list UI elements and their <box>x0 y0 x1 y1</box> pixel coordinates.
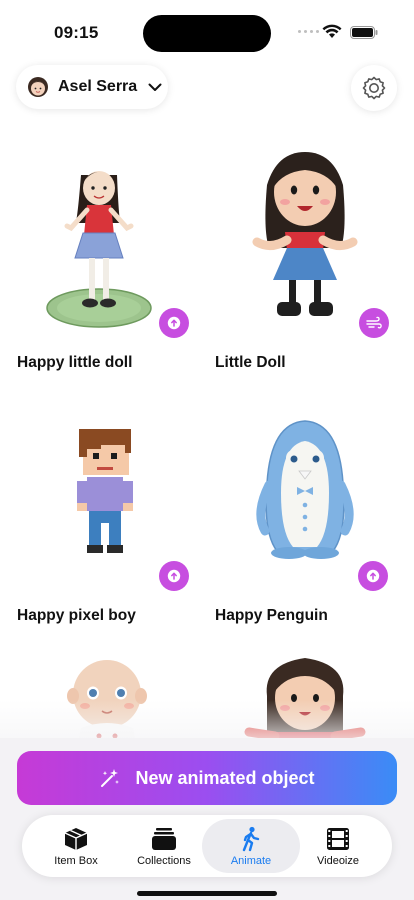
upload-button[interactable] <box>159 308 189 338</box>
home-indicator[interactable] <box>137 891 277 896</box>
new-animated-object-button[interactable]: New animated object <box>17 751 397 805</box>
battery-icon <box>350 26 378 39</box>
object-title: Happy pixel boy <box>17 607 136 624</box>
dynamic-island <box>143 15 271 52</box>
avatar <box>28 77 48 97</box>
box-icon <box>64 827 88 850</box>
tab-collections-label: Collections <box>137 854 191 867</box>
object-title: Happy Penguin <box>215 607 328 624</box>
upload-arrow-icon <box>366 569 380 583</box>
tab-videoize-label: Videoize <box>317 854 359 867</box>
gear-icon <box>362 76 386 100</box>
upload-button[interactable] <box>159 561 189 591</box>
cellular-signal-icon <box>298 30 319 33</box>
sparkle-wand-icon <box>101 769 120 787</box>
tab-item-box[interactable]: Item Box <box>30 815 122 877</box>
tab-videoize[interactable]: Videoize <box>292 815 384 877</box>
profile-name: Asel Serra <box>58 78 138 95</box>
stack-icon <box>152 827 176 850</box>
wind-icon <box>366 316 382 329</box>
animate-button[interactable] <box>359 308 389 338</box>
tab-animate-label: Animate <box>230 854 272 867</box>
object-title: Happy little doll <box>17 354 133 371</box>
film-icon <box>327 827 349 850</box>
status-bar: 09:15 <box>0 0 414 60</box>
object-title: Little Doll <box>215 354 286 371</box>
tab-animate[interactable]: Animate <box>202 819 300 873</box>
upload-arrow-icon <box>167 569 181 583</box>
upload-arrow-icon <box>167 316 181 330</box>
tab-item-box-label: Item Box <box>54 854 98 867</box>
chevron-down-icon <box>148 83 162 91</box>
wifi-icon <box>322 24 342 38</box>
new-animated-object-label: New animated object <box>135 767 315 788</box>
status-time: 09:15 <box>54 23 99 42</box>
walking-figure-icon <box>242 826 260 851</box>
settings-button[interactable] <box>351 65 397 111</box>
upload-button[interactable] <box>358 561 388 591</box>
profile-switcher-button[interactable]: Asel Serra <box>16 65 168 109</box>
tab-collections[interactable]: Collections <box>118 815 210 877</box>
tab-bar: Item Box Collections Animate Videoize <box>22 815 392 877</box>
